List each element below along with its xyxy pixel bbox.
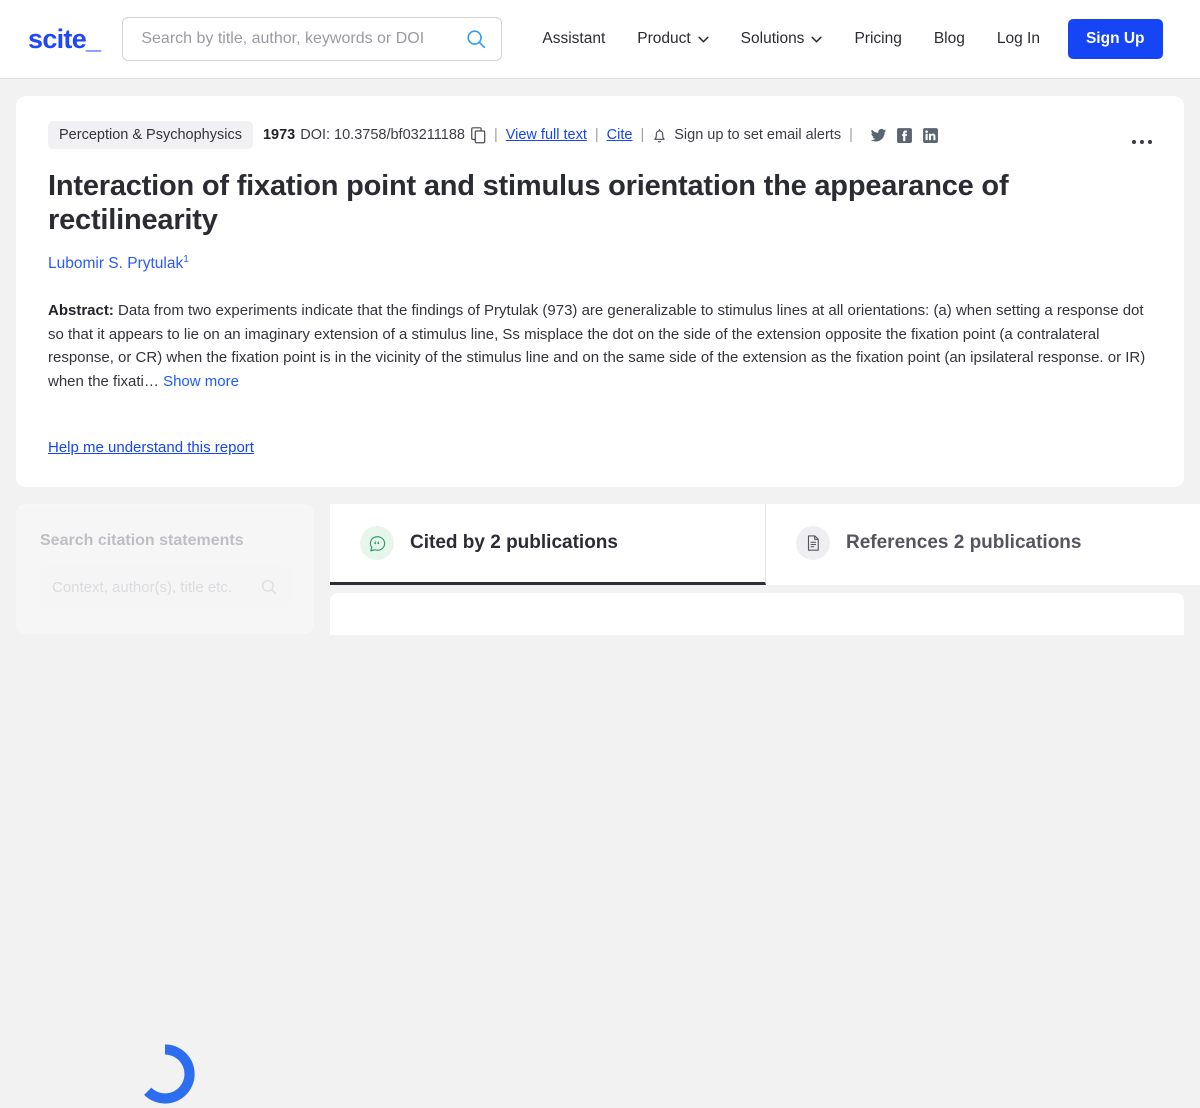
copy-icon[interactable] — [471, 127, 486, 144]
main-nav: Assistant Product Solutions Pricing Blog… — [526, 19, 1162, 59]
chevron-down-icon — [811, 36, 822, 43]
nav-label: Pricing — [854, 30, 901, 48]
quote-icon — [360, 526, 394, 560]
cite-link[interactable]: Cite — [607, 127, 633, 143]
search-input[interactable] — [139, 29, 465, 49]
logo-text: scite_ — [28, 24, 100, 55]
nav-item-login[interactable]: Log In — [981, 22, 1056, 56]
nav-label: Assistant — [542, 30, 605, 48]
page-title: Interaction of fixation point and stimul… — [48, 170, 1078, 238]
nav-item-blog[interactable]: Blog — [918, 22, 981, 56]
citation-search-input[interactable]: Context, author(s), title etc. — [40, 566, 290, 608]
linkedin-icon[interactable] — [922, 127, 939, 144]
meta-separator: | — [494, 127, 498, 143]
author-list[interactable]: Lubomir S. Prytulak1 — [48, 254, 1152, 273]
author-affiliation-marker: 1 — [183, 254, 189, 265]
search-icon[interactable] — [465, 28, 487, 50]
nav-label: Product — [637, 30, 690, 48]
nav-label: Solutions — [741, 30, 805, 48]
bell-icon[interactable] — [652, 127, 667, 144]
document-icon — [796, 526, 830, 560]
kebab-dot — [1148, 140, 1152, 144]
meta-separator: | — [849, 127, 853, 143]
abstract-label: Abstract: — [48, 302, 114, 319]
show-more-link[interactable]: Show more — [163, 373, 239, 390]
citation-search-panel: Search citation statements Context, auth… — [16, 504, 314, 634]
doi-text: DOI: 10.3758/bf03211188 — [300, 127, 465, 143]
journal-badge[interactable]: Perception & Psychophysics — [48, 121, 253, 149]
article-metadata: Perception & Psychophysics 1973 DOI: 10.… — [48, 122, 1152, 148]
email-alerts-text[interactable]: Sign up to set email alerts — [674, 127, 841, 143]
more-options-button[interactable] — [1126, 134, 1158, 150]
nav-item-solutions[interactable]: Solutions — [725, 22, 839, 56]
meta-separator: | — [595, 127, 599, 143]
nav-item-pricing[interactable]: Pricing — [838, 22, 917, 56]
nav-label: Blog — [934, 30, 965, 48]
social-share-group — [870, 127, 939, 144]
nav-label: Log In — [997, 30, 1040, 48]
view-full-text-link[interactable]: View full text — [506, 127, 587, 143]
kebab-dot — [1140, 140, 1144, 144]
publication-tabs: Cited by 2 publications References 2 pub… — [330, 504, 1200, 585]
global-search[interactable] — [122, 17, 502, 61]
scite-logo[interactable]: scite_ — [28, 24, 100, 55]
facebook-icon[interactable] — [896, 127, 913, 144]
publication-year: 1973 — [263, 127, 295, 143]
chevron-down-icon — [698, 36, 709, 43]
help-understand-report-link[interactable]: Help me understand this report — [48, 439, 254, 456]
tab-cited-by[interactable]: Cited by 2 publications — [330, 504, 766, 585]
tab-content-panel — [330, 593, 1184, 635]
tab-references[interactable]: References 2 publications — [766, 504, 1200, 585]
citation-search-placeholder: Context, author(s), title etc. — [52, 579, 232, 596]
kebab-dot — [1132, 140, 1136, 144]
twitter-icon[interactable] — [870, 127, 887, 144]
abstract: Abstract: Data from two experiments indi… — [48, 299, 1152, 394]
loading-spinner — [131, 1040, 199, 1108]
author-name: Lubomir S. Prytulak — [48, 255, 183, 272]
tab-references-label: References 2 publications — [846, 532, 1081, 554]
meta-separator: | — [640, 127, 644, 143]
sign-up-button[interactable]: Sign Up — [1068, 19, 1163, 59]
article-card: Perception & Psychophysics 1973 DOI: 10.… — [16, 96, 1184, 487]
nav-item-product[interactable]: Product — [621, 22, 724, 56]
bottom-section: Search citation statements Context, auth… — [0, 504, 1200, 630]
nav-item-assistant[interactable]: Assistant — [526, 22, 621, 56]
search-icon[interactable] — [260, 578, 278, 596]
site-header: scite_ Assistant Product Solutions Prici… — [0, 0, 1200, 79]
citation-search-title: Search citation statements — [40, 532, 290, 550]
tab-cited-by-label: Cited by 2 publications — [410, 532, 618, 554]
